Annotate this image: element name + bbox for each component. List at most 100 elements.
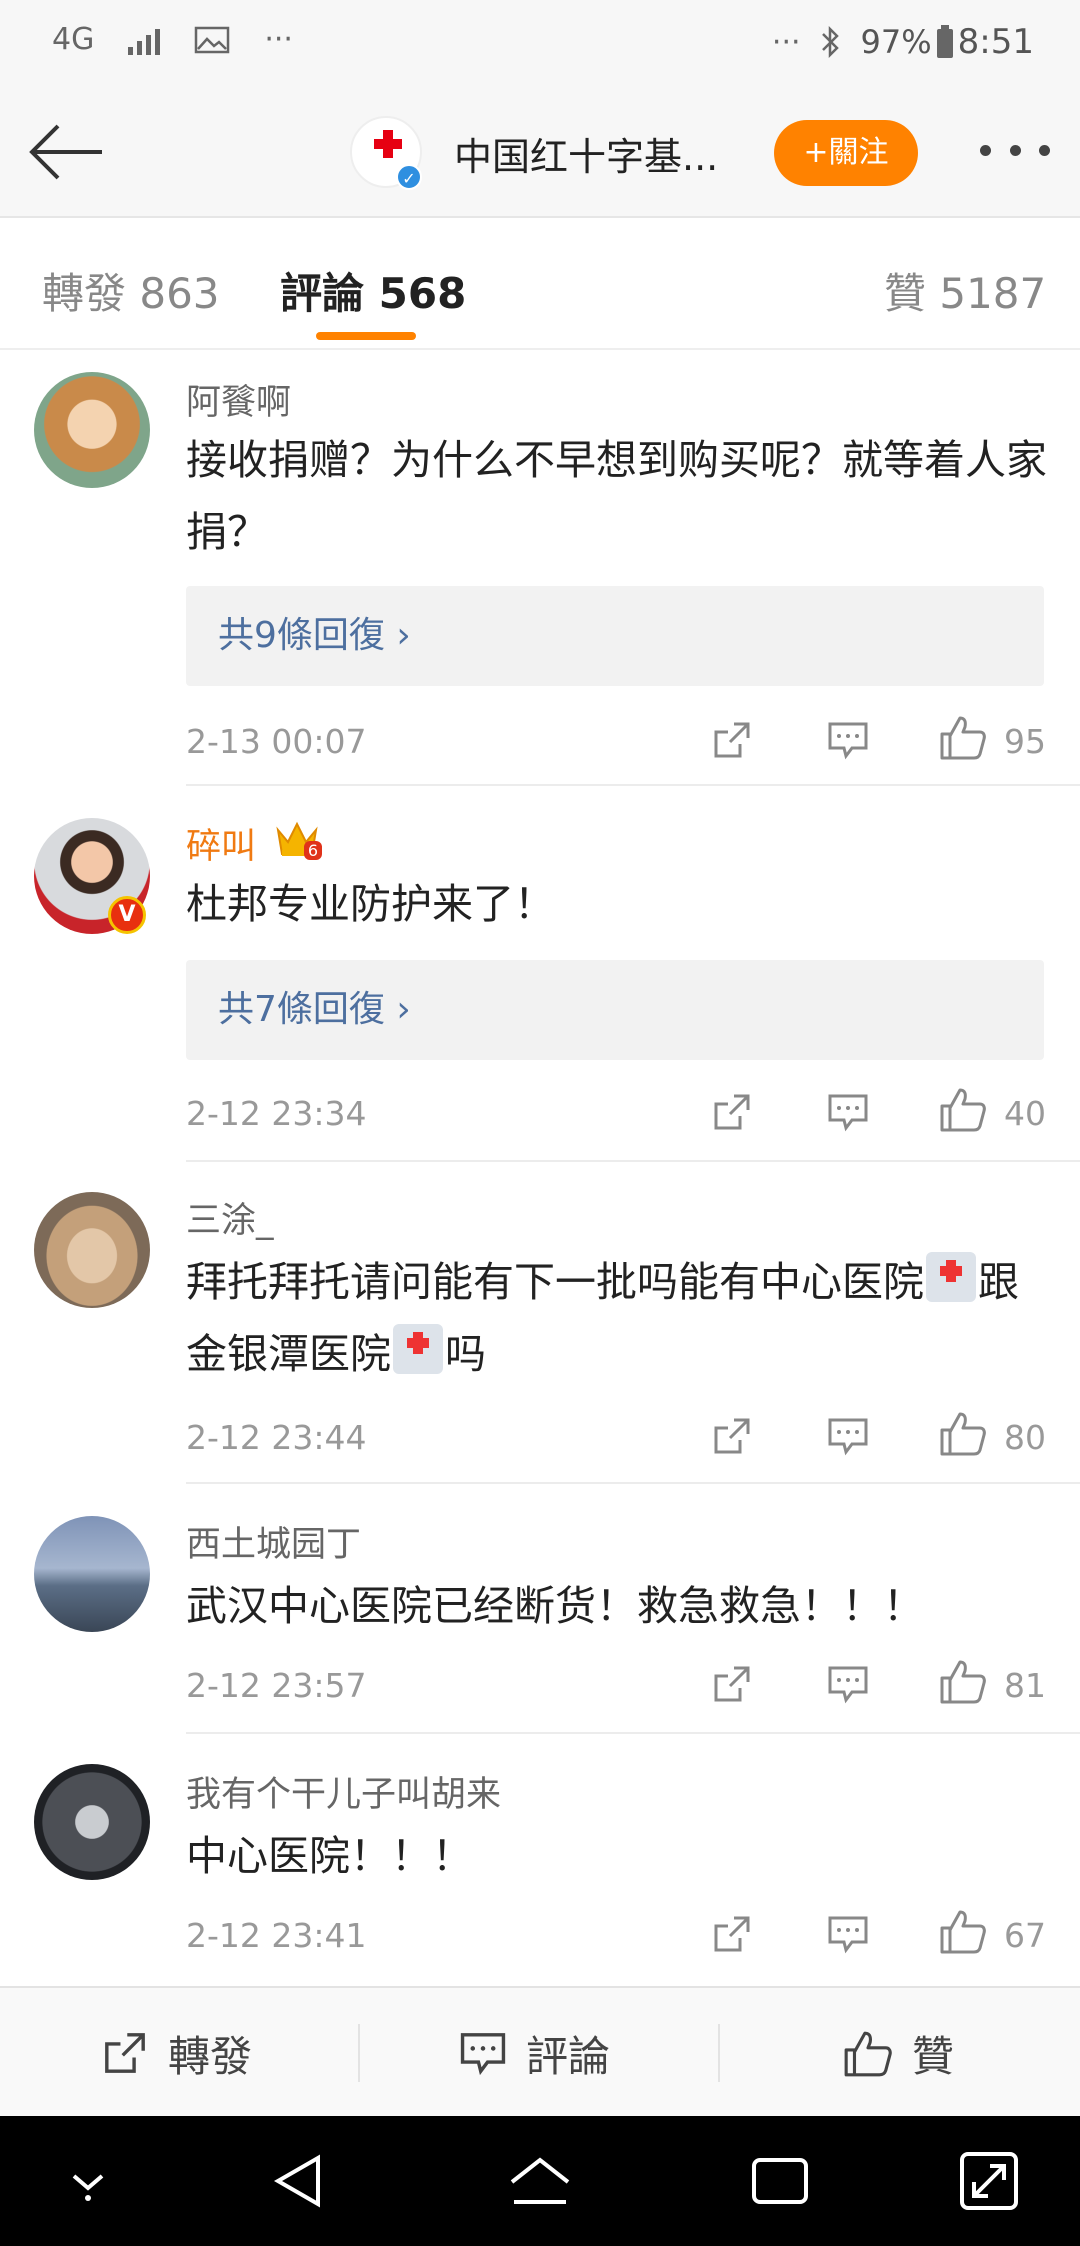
comment-icon[interactable] bbox=[826, 1662, 870, 1706]
comment-username[interactable]: 阿餮啊 bbox=[186, 374, 291, 425]
tab-reposts[interactable]: 轉發 863 bbox=[42, 260, 220, 321]
comment-time: 2-12 23:44 bbox=[186, 1418, 367, 1457]
comment-icon[interactable] bbox=[826, 1912, 870, 1956]
comment-text: 杜邦专业防护来了！ bbox=[186, 880, 555, 928]
member-crown-icon: 6 bbox=[274, 816, 322, 860]
top-header: ✓ 中国红十字基... +關注 bbox=[0, 90, 1080, 218]
comment-time: 2-12 23:34 bbox=[186, 1094, 367, 1133]
comment-text: 拜托拜托请问能有下一批吗能有中心医院 跟金银潭医院吗 bbox=[186, 1246, 1056, 1390]
like-icon[interactable] bbox=[938, 1906, 988, 1956]
bottom-action-bar: 轉發 評論 贊 bbox=[0, 1986, 1080, 2116]
status-overflow: ··· bbox=[264, 22, 293, 57]
comment-username[interactable]: 三涂_ bbox=[186, 1192, 274, 1243]
share-icon[interactable] bbox=[710, 718, 754, 762]
repost-label: 轉發 bbox=[168, 2031, 253, 2081]
repost-button[interactable]: 轉發 bbox=[100, 2018, 252, 2088]
account-name[interactable]: 中国红十字基... bbox=[454, 126, 718, 181]
back-arrow-icon bbox=[29, 124, 102, 180]
verified-v-badge-icon: V bbox=[108, 896, 146, 934]
chevron-down-icon bbox=[72, 2174, 104, 2201]
replies-link[interactable]: 共9條回復 › bbox=[186, 586, 1044, 686]
comment-icon[interactable] bbox=[826, 1414, 870, 1458]
active-tab-indicator bbox=[316, 332, 416, 340]
like-label: 贊 bbox=[912, 2031, 955, 2081]
comment-item: V 碎叫 6 杜邦专业防护来了！ 共7條回復 › 2-12 23:34 40 bbox=[0, 786, 1080, 1162]
comment-item: 三涂_ 拜托拜托请问能有下一批吗能有中心医院 跟金银潭医院吗 2-12 23:44… bbox=[0, 1162, 1080, 1484]
comment-username[interactable]: 我有个干儿子叫胡来 bbox=[186, 1766, 501, 1817]
follow-button[interactable]: +關注 bbox=[774, 120, 918, 186]
share-icon[interactable] bbox=[710, 1090, 754, 1134]
comment-meta: 2-12 23:57 81 bbox=[186, 1656, 1046, 1716]
comment-text: 中心医院！！！ bbox=[186, 1832, 473, 1880]
comment-meta: 2-12 23:44 80 bbox=[186, 1408, 1046, 1468]
hospital-emoji-icon bbox=[393, 1324, 443, 1374]
comment-label: 評論 bbox=[526, 2031, 611, 2081]
verified-badge-icon: ✓ bbox=[396, 164, 422, 190]
comment-button[interactable]: 評論 bbox=[458, 2018, 610, 2088]
like-icon[interactable] bbox=[938, 712, 988, 762]
status-bar: 4G ··· ··· 97% 8:51 bbox=[0, 0, 1080, 90]
comment-icon[interactable] bbox=[826, 1090, 870, 1134]
more-dot-icon bbox=[1009, 144, 1021, 156]
nav-recents-button[interactable] bbox=[740, 2146, 820, 2216]
comment-text: 接收捐赠？为什么不早想到购买呢？就等着人家捐？ bbox=[186, 436, 1047, 556]
share-icon[interactable] bbox=[710, 1662, 754, 1706]
hide-keyboard-button[interactable] bbox=[48, 2146, 128, 2216]
repost-icon bbox=[105, 2033, 145, 2073]
share-icon[interactable] bbox=[710, 1912, 754, 1956]
comment-text-part: 拜托拜托请问能有下一批吗能有中心医院 bbox=[186, 1258, 924, 1306]
hospital-emoji-icon bbox=[926, 1252, 976, 1302]
comment-time: 2-13 00:07 bbox=[186, 722, 367, 761]
status-left: 4G ··· bbox=[52, 22, 293, 57]
expand-icon bbox=[960, 2152, 1018, 2210]
nav-home-button[interactable] bbox=[500, 2146, 580, 2216]
like-count: 40 bbox=[1004, 1094, 1046, 1133]
rotate-screen-button[interactable] bbox=[950, 2146, 1030, 2216]
user-avatar[interactable] bbox=[34, 1516, 150, 1632]
more-options-button[interactable] bbox=[980, 130, 1050, 170]
comment-text-part: 吗 bbox=[445, 1330, 486, 1378]
replies-link[interactable]: 共7條回復 › bbox=[186, 960, 1044, 1060]
like-icon[interactable] bbox=[938, 1408, 988, 1458]
user-avatar[interactable] bbox=[34, 372, 150, 488]
like-icon[interactable] bbox=[938, 1656, 988, 1706]
comment-meta: 2-12 23:41 67 bbox=[186, 1906, 1046, 1966]
like-icon[interactable] bbox=[938, 1084, 988, 1134]
comment-meta: 2-12 23:34 40 bbox=[186, 1084, 1046, 1144]
bottom-separator bbox=[718, 2024, 720, 2082]
battery-percent: 97% bbox=[860, 23, 932, 61]
system-navigation-bar bbox=[0, 2116, 1080, 2246]
back-triangle-icon bbox=[273, 2154, 320, 2208]
tab-bar: 轉發 863 評論 568 贊 5187 bbox=[0, 220, 1080, 350]
like-icon bbox=[844, 2031, 892, 2077]
network-indicator: 4G bbox=[52, 22, 95, 57]
more-dot-icon bbox=[1039, 144, 1050, 156]
red-cross-logo-horizontal bbox=[374, 139, 402, 149]
like-button[interactable]: 贊 bbox=[842, 2018, 954, 2088]
signal-icon bbox=[128, 25, 161, 55]
back-button[interactable] bbox=[28, 120, 108, 184]
comment-icon[interactable] bbox=[826, 718, 870, 762]
image-notification-icon bbox=[195, 26, 230, 53]
comment-username[interactable]: 西土城园丁 bbox=[186, 1516, 361, 1567]
nav-back-button[interactable] bbox=[260, 2146, 340, 2216]
like-count: 95 bbox=[1004, 722, 1046, 761]
battery-icon bbox=[936, 25, 953, 58]
comment-text: 武汉中心医院已经断货！救急救急！！！ bbox=[186, 1582, 924, 1630]
user-avatar[interactable] bbox=[34, 1192, 150, 1308]
share-icon[interactable] bbox=[710, 1414, 754, 1458]
tab-likes[interactable]: 贊 5187 bbox=[884, 260, 1046, 321]
clock: 8:51 bbox=[957, 22, 1034, 62]
home-icon bbox=[510, 2157, 570, 2204]
recents-icon bbox=[752, 2158, 808, 2204]
user-avatar[interactable] bbox=[34, 1764, 150, 1880]
member-level: 6 bbox=[303, 841, 322, 860]
comment-time: 2-12 23:57 bbox=[186, 1666, 367, 1705]
bottom-separator bbox=[358, 2024, 360, 2082]
like-count: 81 bbox=[1004, 1666, 1046, 1705]
comment-icon bbox=[460, 2033, 506, 2076]
comment-username[interactable]: 碎叫 bbox=[186, 818, 256, 869]
bluetooth-icon bbox=[821, 25, 839, 59]
tab-comments[interactable]: 評論 568 bbox=[280, 260, 466, 321]
comment-item: 我有个干儿子叫胡来 中心医院！！！ 2-12 23:41 67 bbox=[0, 1734, 1080, 1986]
